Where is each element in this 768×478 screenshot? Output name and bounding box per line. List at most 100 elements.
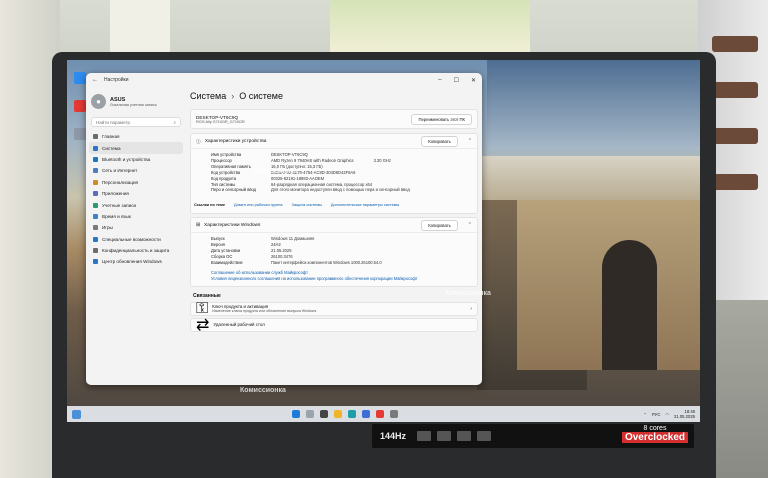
store-icon[interactable]	[362, 410, 370, 418]
system-tray: ⌃ РУС ◠ 18:48 21.05.2025	[643, 409, 695, 419]
link-system-protection[interactable]: Защита системы	[292, 202, 322, 207]
nav-icon	[93, 134, 98, 140]
device-name-card: DESKTOP-VT6C9Q ROG Ally G710GR_G710GR Пе…	[190, 109, 478, 129]
laptop-stickers: 144Hz 8 cores Overclocked	[372, 424, 694, 448]
yandex-icon[interactable]	[376, 410, 384, 418]
link-advanced-settings[interactable]: Дополнительные параметры системы	[331, 202, 399, 207]
sidebar-item-label: Система	[102, 145, 121, 151]
search-placeholder: Найти параметр	[96, 120, 131, 125]
widgets-icon[interactable]	[72, 409, 81, 419]
chevron-up-icon[interactable]: ⌃	[468, 222, 472, 228]
breadcrumb-separator: ›	[231, 91, 235, 101]
language-indicator[interactable]: РУС	[652, 412, 660, 417]
search-icon: ⌕	[173, 120, 176, 125]
device-model: ROG Ally G710GR_G710GR	[196, 119, 245, 124]
windows-specs-rows: Выпуск Windows 11 Домашняя Версия 24H2 Дата …	[191, 233, 477, 270]
sticker-icon	[437, 431, 452, 441]
breadcrumb-parent[interactable]: Система	[190, 91, 226, 101]
close-icon[interactable]: ✕	[471, 77, 476, 84]
file-explorer-icon[interactable]	[334, 410, 342, 418]
minimize-icon[interactable]: –	[438, 77, 441, 84]
link-license-terms[interactable]: Условия лицензионного соглашения на испо…	[191, 276, 477, 286]
sidebar-item[interactable]: Главная	[89, 131, 183, 142]
related-links-label: Ссылки по теме	[194, 202, 226, 208]
link-domain-workgroup[interactable]: Домен или рабочая группа	[234, 202, 282, 207]
spec-key: Взаимодействие	[211, 259, 243, 265]
device-specs-header[interactable]: ⓘ Характеристики устройства Копировать ⌃	[191, 134, 477, 149]
nav-icon	[93, 179, 98, 185]
window-title: Настройки	[104, 77, 129, 83]
search-icon[interactable]	[306, 410, 314, 418]
related-item-title: Удаленный рабочий стол	[213, 322, 265, 328]
sidebar-item[interactable]: Сеть и Интернет	[89, 165, 183, 176]
watermark: Комиссионка	[445, 290, 491, 297]
sidebar-item[interactable]: Игры	[89, 222, 183, 233]
desktop-icon-browser[interactable]	[74, 72, 86, 84]
cores-label: 8 cores	[643, 425, 667, 432]
sidebar-item[interactable]: Специальные возможности	[89, 234, 183, 245]
chevron-up-icon[interactable]: ⌃	[643, 412, 647, 417]
desktop-icon-app[interactable]	[74, 128, 86, 140]
device-name: DESKTOP-VT6C9Q	[196, 114, 239, 120]
sidebar-item[interactable]: Время и язык	[89, 211, 183, 222]
nav-icon	[93, 236, 98, 242]
copy-windows-specs-button[interactable]: Копировать	[421, 219, 458, 231]
sidebar-item-label: Центр обновления Windows	[102, 259, 162, 265]
sidebar-item[interactable]: Конфиденциальность и защита	[89, 245, 183, 256]
start-icon[interactable]	[292, 410, 300, 418]
wallpaper-sky	[487, 60, 700, 150]
edge-icon[interactable]	[348, 410, 356, 418]
desktop-icon-yandex[interactable]	[74, 100, 86, 112]
room-wall-left	[0, 0, 60, 478]
related-item-subtitle: Изменение ключа продукта или обновление …	[212, 309, 317, 314]
sidebar-item[interactable]: Учетные записи	[89, 199, 183, 210]
related-links-bar: Ссылки по теме Домен или рабочая группа …	[191, 197, 477, 213]
sidebar-item-label: Специальные возможности	[102, 236, 161, 242]
cpu-cores-sticker: 8 cores Overclocked	[621, 425, 688, 443]
task-view-icon[interactable]	[320, 410, 328, 418]
nav-icon	[93, 156, 98, 162]
back-arrow-icon[interactable]: ←	[92, 77, 98, 83]
nav-icon	[93, 145, 98, 151]
maximize-icon[interactable]: ☐	[454, 77, 459, 84]
clock-date: 21.05.2025	[674, 414, 695, 419]
room-window-left	[110, 0, 170, 55]
taskbar-pinned-apps	[292, 410, 398, 418]
nav-icon	[93, 202, 98, 208]
copy-device-specs-button[interactable]: Копировать	[421, 135, 458, 147]
wallpaper-arch	[602, 240, 657, 370]
laptop-screen: ← Настройки – ☐ ✕ ● ASUS Локальная учетн…	[67, 60, 700, 422]
user-account-type: Локальная учетная запись	[110, 102, 157, 107]
spec-value: Пакет интерфейса компонентов Windows 100…	[271, 259, 382, 265]
sidebar-item-label: Сеть и Интернет	[102, 168, 138, 174]
windows-specs-title: Характеристики Windows	[204, 222, 261, 228]
spec-value-extra: 3.30 GHz	[373, 157, 391, 163]
settings-search-input[interactable]: Найти параметр ⌕	[91, 117, 181, 127]
nav-icon	[93, 259, 98, 265]
settings-gear-icon[interactable]	[390, 410, 398, 418]
sticker-icon	[417, 431, 432, 441]
sidebar-item[interactable]: Приложения	[89, 188, 183, 199]
sidebar-item[interactable]: Персонализация	[89, 177, 183, 188]
wifi-icon[interactable]: ◠	[665, 412, 669, 417]
refresh-rate-sticker: 144Hz	[380, 431, 407, 441]
rename-pc-button[interactable]: Переименовать этот ПК	[411, 113, 472, 125]
nav-icon	[93, 191, 98, 197]
sidebar-item-label: Игры	[102, 225, 113, 231]
windows-specs-header[interactable]: ⊞ Характеристики Windows Копировать ⌃	[191, 218, 477, 234]
related-item-product-key[interactable]: ⚿ Ключ продукта и активация Изменение кл…	[190, 300, 478, 317]
sidebar-item[interactable]: Центр обновления Windows	[89, 256, 183, 267]
sidebar-item-label: Bluetooth и устройства	[102, 156, 151, 162]
user-profile[interactable]: ● ASUS Локальная учетная запись	[89, 91, 183, 112]
remote-desktop-icon: ⇄	[196, 316, 210, 334]
clock[interactable]: 18:48 21.05.2025	[674, 409, 695, 419]
nav-icon	[93, 213, 98, 219]
related-item-remote-desktop[interactable]: ⇄ Удаленный рабочий стол	[190, 316, 478, 334]
nav-icon	[93, 225, 98, 231]
sidebar-item[interactable]: Система	[89, 142, 183, 154]
spec-key: Перо и сенсорный ввод	[211, 187, 257, 193]
sidebar-item[interactable]: Bluetooth и устройства	[89, 154, 183, 165]
nav-icon	[93, 248, 98, 254]
chevron-up-icon[interactable]: ⌃	[468, 138, 472, 144]
sticker-icon	[477, 431, 492, 441]
